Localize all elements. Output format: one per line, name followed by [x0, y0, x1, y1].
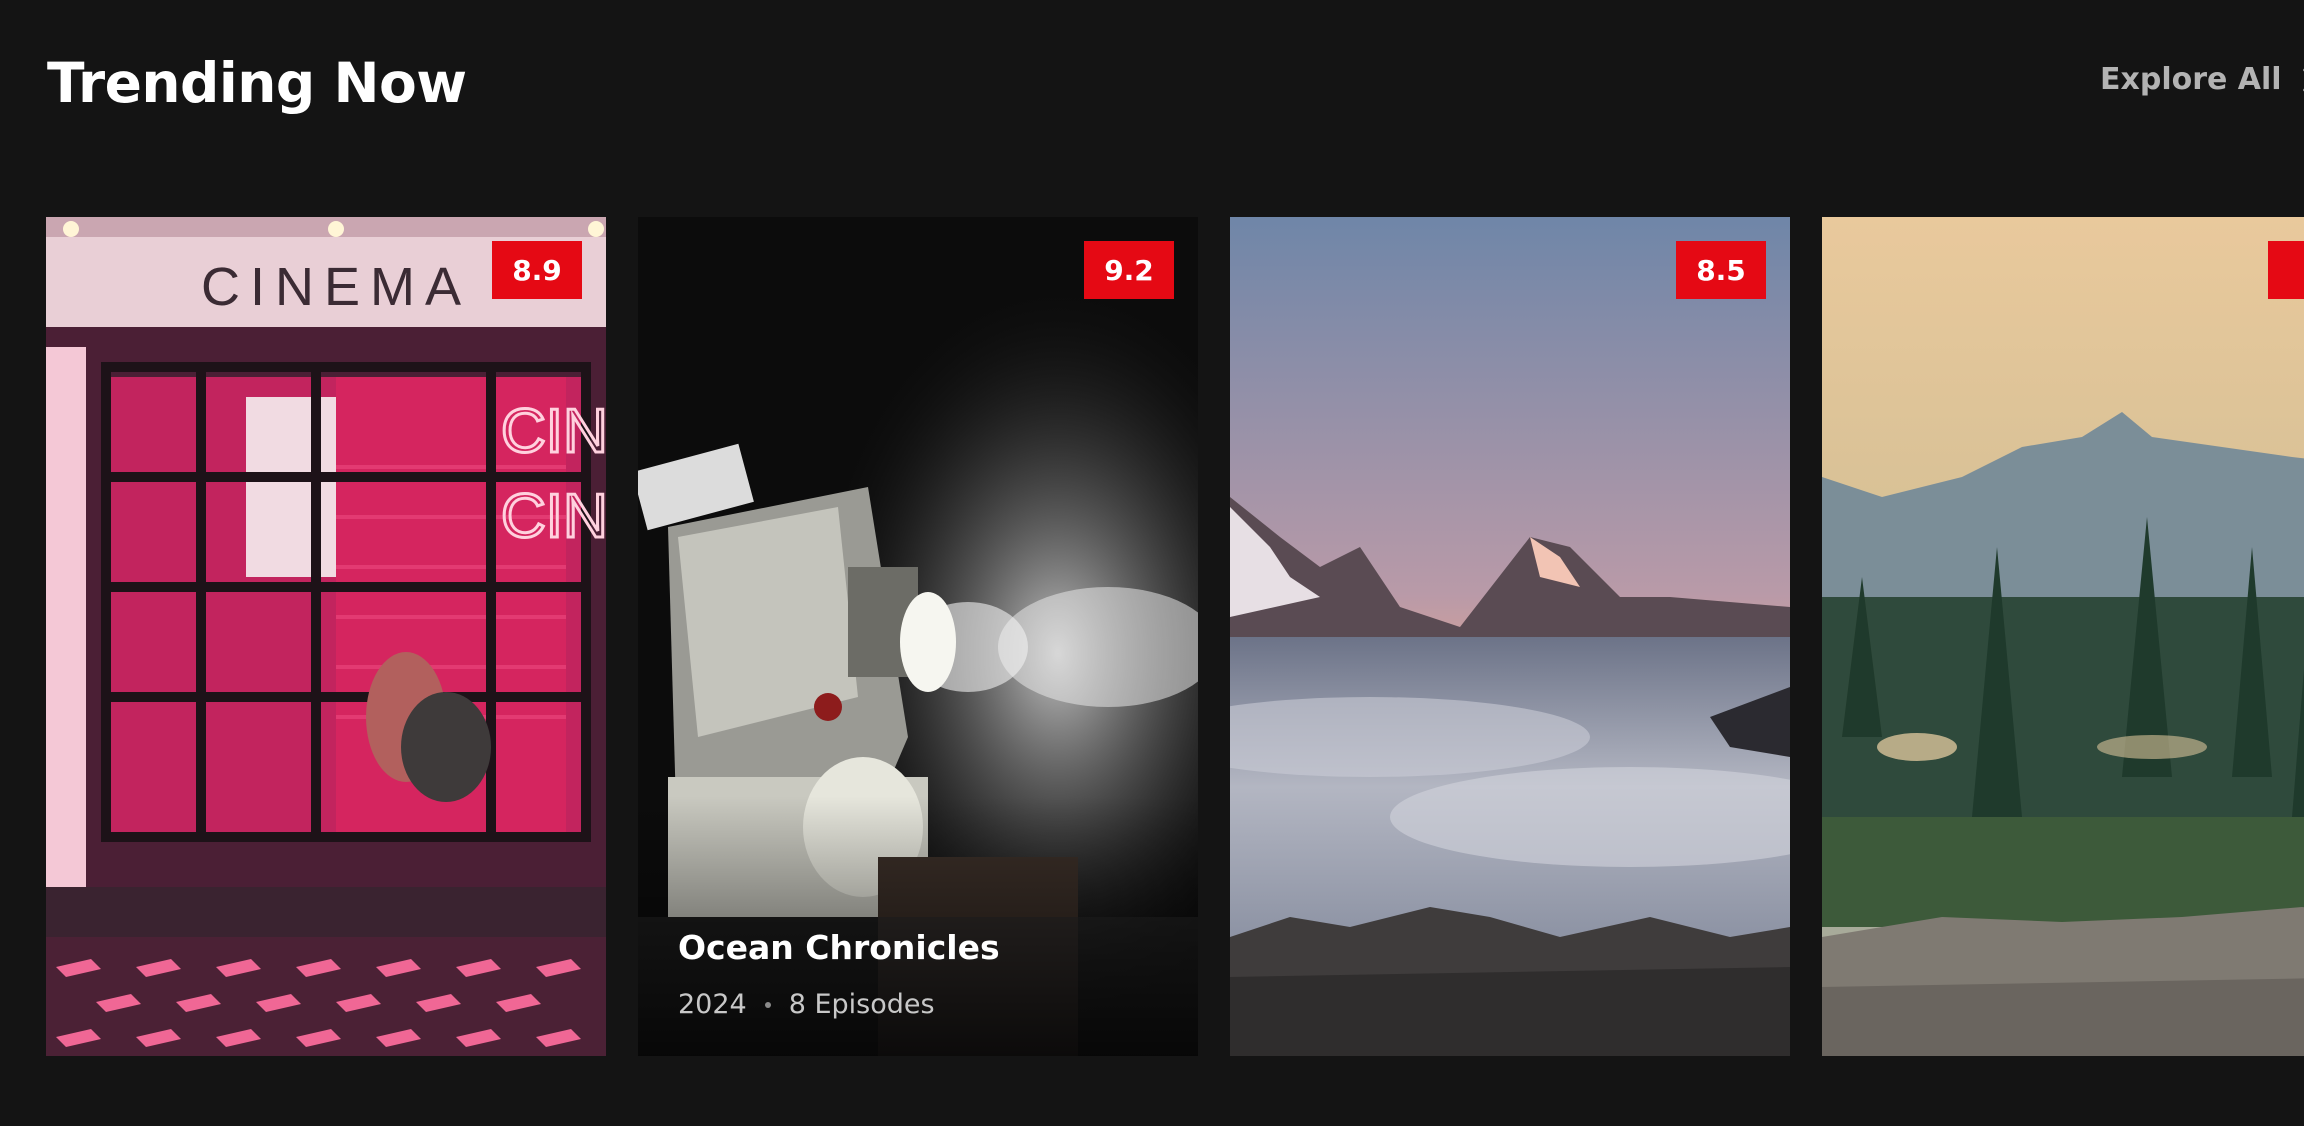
- rating-badge: 7: [2268, 241, 2304, 299]
- rating-badge: 9.2: [1084, 241, 1174, 299]
- card-episodes: 8 Episodes: [788, 989, 935, 1020]
- media-card[interactable]: 9.2 Ocean Chronicles 2024 8 Episodes: [638, 217, 1198, 1056]
- cinema-poster-image: CINEMA CIN CIN: [46, 217, 606, 1056]
- card-info: Ocean Chronicles 2024 8 Episodes: [678, 928, 1000, 1020]
- explore-all-link[interactable]: Explore All: [2100, 62, 2304, 97]
- card-title: Ocean Chronicles: [678, 928, 1000, 967]
- rating-badge: 8.5: [1676, 241, 1766, 299]
- media-card[interactable]: 7: [1822, 217, 2304, 1056]
- card-meta: 2024 8 Episodes: [678, 989, 1000, 1020]
- explore-all-label: Explore All: [2100, 62, 2282, 97]
- chevron-right-icon: [2302, 67, 2304, 92]
- section-title: Trending Now: [47, 51, 467, 115]
- media-card[interactable]: 8.5: [1230, 217, 1790, 1056]
- card-year: 2024: [678, 989, 747, 1020]
- forest-poster-image: [1822, 217, 2304, 1056]
- svg-text:CIN: CIN: [501, 482, 606, 551]
- media-card[interactable]: CINEMA CIN CIN 8.9: [46, 217, 606, 1056]
- mountain-clouds-poster-image: [1230, 217, 1790, 1056]
- svg-text:CIN: CIN: [501, 397, 606, 466]
- separator-dot: [764, 1001, 771, 1008]
- svg-text:CINEMA: CINEMA: [201, 257, 471, 317]
- rating-badge: 8.9: [492, 241, 582, 299]
- section-header: Trending Now Explore All: [0, 0, 2304, 170]
- trending-row: CINEMA CIN CIN 8.9 9.2 Ocean Chronicles …: [0, 217, 2304, 1057]
